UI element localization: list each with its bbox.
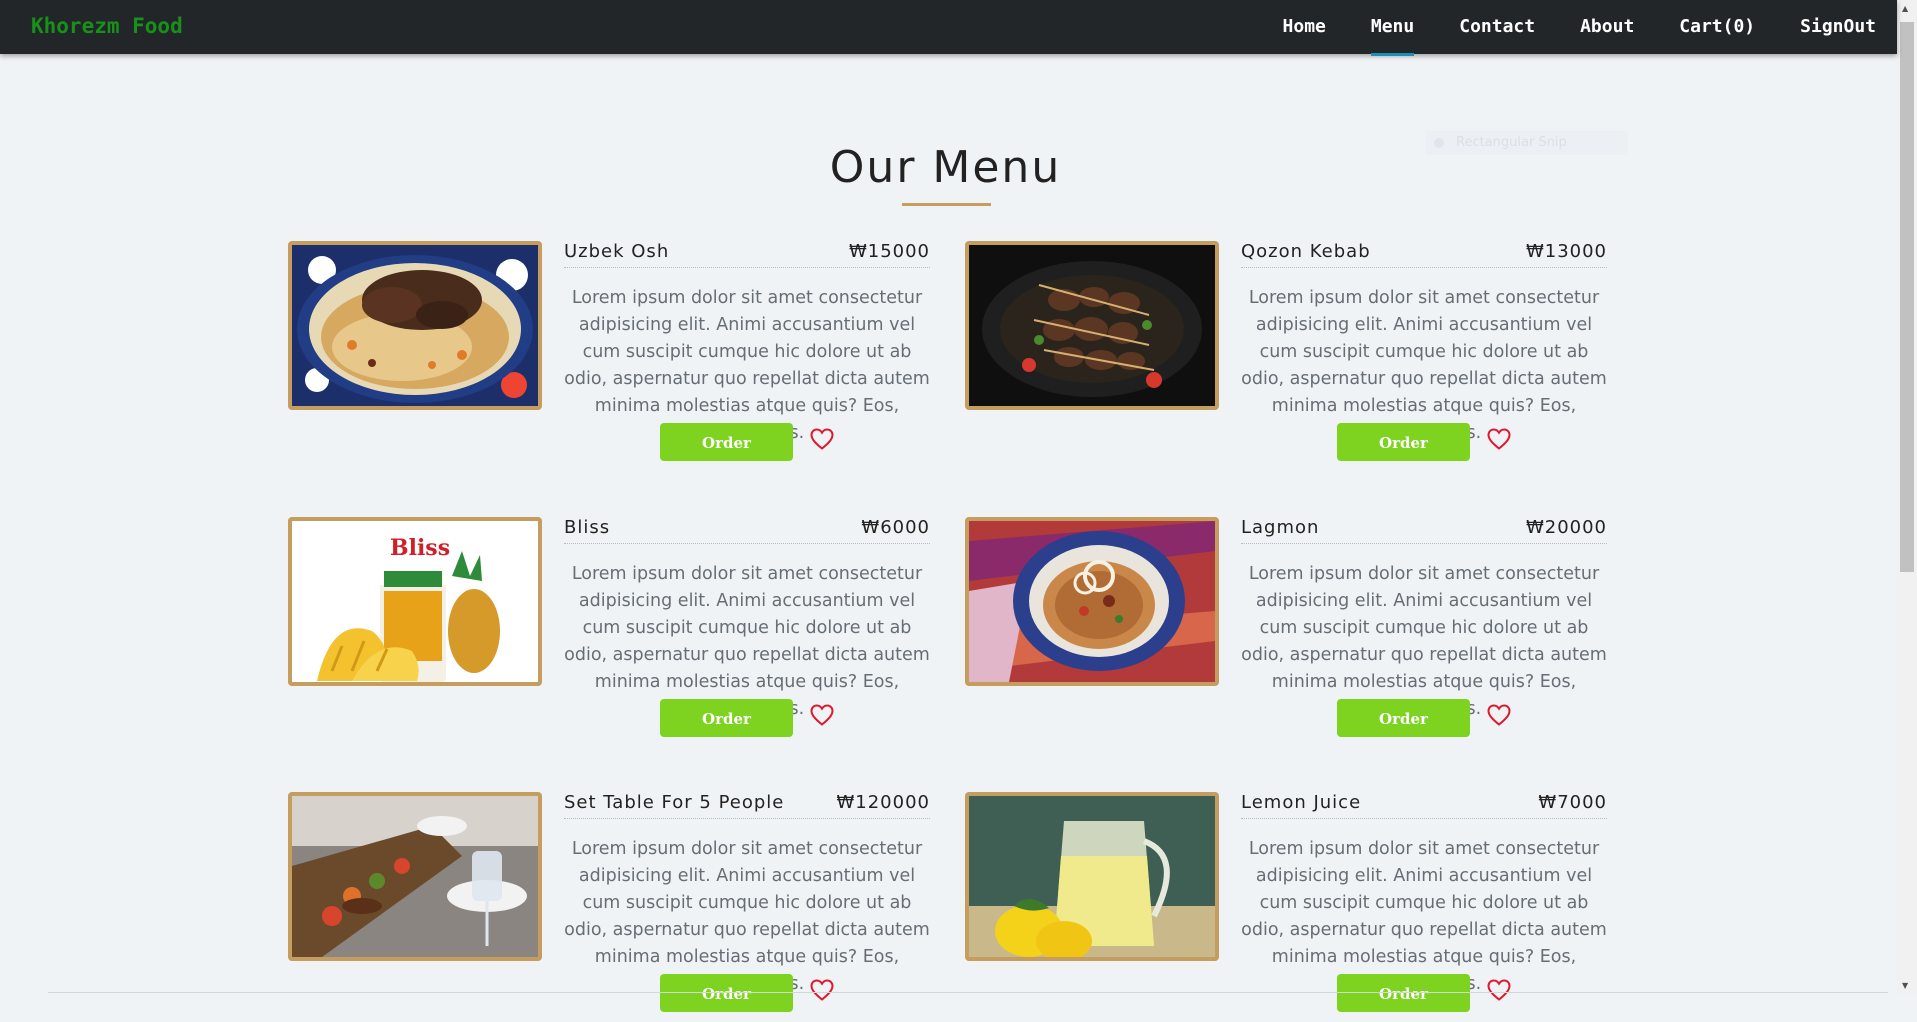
item-price: ₩20000 [1525,517,1607,538]
heart-icon[interactable] [810,704,834,726]
item-info: Lagmon ₩20000 Lorem ipsum dolor sit amet… [1241,517,1607,737]
item-price: ₩120000 [836,792,930,813]
menu-item: Lemon Juice ₩7000 Lorem ipsum dolor sit … [965,792,1627,1022]
order-button[interactable]: Order [1337,699,1470,737]
set-table-photo [288,792,542,961]
menu-item: Set Table For 5 People ₩120000 Lorem ips… [288,792,950,1022]
heart-icon[interactable] [810,428,834,450]
order-row: Order [564,699,930,739]
nav-contact[interactable]: Contact [1459,0,1535,54]
item-price: ₩13000 [1525,241,1607,262]
kebab-skewers-photo [965,241,1219,410]
item-header: Lagmon ₩20000 [1241,517,1607,544]
scroll-down-arrow-icon[interactable]: ▼ [1902,981,1908,990]
order-row: Order [564,974,930,1014]
order-button[interactable]: Order [660,423,793,461]
menu-item: Qozon Kebab ₩13000 Lorem ipsum dolor sit… [965,241,1627,471]
item-name: Qozon Kebab [1241,241,1371,262]
item-info: Set Table For 5 People ₩120000 Lorem ips… [564,792,930,1012]
order-button[interactable]: Order [660,974,793,1012]
scroll-up-arrow-icon[interactable]: ▲ [1902,4,1908,13]
heart-icon[interactable] [1487,428,1511,450]
item-name: Lemon Juice [1241,792,1362,813]
menu-item: Uzbek Osh ₩15000 Lorem ipsum dolor sit a… [288,241,950,471]
lemon-juice-photo [965,792,1219,961]
item-price: ₩6000 [861,517,930,538]
order-button[interactable]: Order [1337,974,1470,1012]
heart-icon[interactable] [810,979,834,1001]
lagmon-noodles-photo [965,517,1219,686]
item-name: Bliss [564,517,611,538]
osh-plov-photo [288,241,542,410]
nav-menu[interactable]: Menu [1370,0,1415,56]
nav-links: Home Menu Contact About Cart(0) SignOut [1238,0,1876,56]
item-header: Uzbek Osh ₩15000 [564,241,930,268]
title-underline [902,203,991,206]
item-header: Bliss ₩6000 [564,517,930,544]
brand-logo[interactable]: Khorezm Food [31,14,183,38]
item-header: Lemon Juice ₩7000 [1241,792,1607,819]
heart-icon[interactable] [1487,704,1511,726]
item-info: Uzbek Osh ₩15000 Lorem ipsum dolor sit a… [564,241,930,461]
svg-text:Bliss: Bliss [390,535,450,561]
order-button[interactable]: Order [1337,423,1470,461]
nav-about[interactable]: About [1580,0,1634,54]
nav-home[interactable]: Home [1283,0,1326,54]
menu-item: Lagmon ₩20000 Lorem ipsum dolor sit amet… [965,517,1627,747]
navbar: Khorezm Food Home Menu Contact About Car… [0,0,1897,56]
item-info: Qozon Kebab ₩13000 Lorem ipsum dolor sit… [1241,241,1607,461]
nav-signout[interactable]: SignOut [1800,0,1876,54]
item-price: ₩15000 [848,241,930,262]
order-row: Order [564,423,930,463]
page-bottom-edge [48,992,1888,993]
item-info: Bliss ₩6000 Lorem ipsum dolor sit amet c… [564,517,930,737]
page-title: Our Menu [829,142,1062,193]
item-name: Uzbek Osh [564,241,670,262]
bliss-pineapple-juice-photo: Bliss [288,517,542,686]
order-button[interactable]: Order [660,699,793,737]
order-row: Order [1241,699,1607,739]
item-header: Set Table For 5 People ₩120000 [564,792,930,819]
item-price: ₩7000 [1538,792,1607,813]
item-header: Qozon Kebab ₩13000 [1241,241,1607,268]
menu-item: Bliss Bliss ₩6000 Lorem ipsum dolor sit … [288,517,950,747]
scroll-thumb[interactable] [1900,22,1914,572]
order-row: Order [1241,423,1607,463]
item-name: Set Table For 5 People [564,792,785,813]
item-info: Lemon Juice ₩7000 Lorem ipsum dolor sit … [1241,792,1607,1012]
item-name: Lagmon [1241,517,1320,538]
nav-cart[interactable]: Cart(0) [1679,0,1755,54]
heart-icon[interactable] [1487,979,1511,1001]
vertical-scrollbar[interactable]: ▲ ▼ [1897,0,1917,994]
order-row: Order [1241,974,1607,1014]
